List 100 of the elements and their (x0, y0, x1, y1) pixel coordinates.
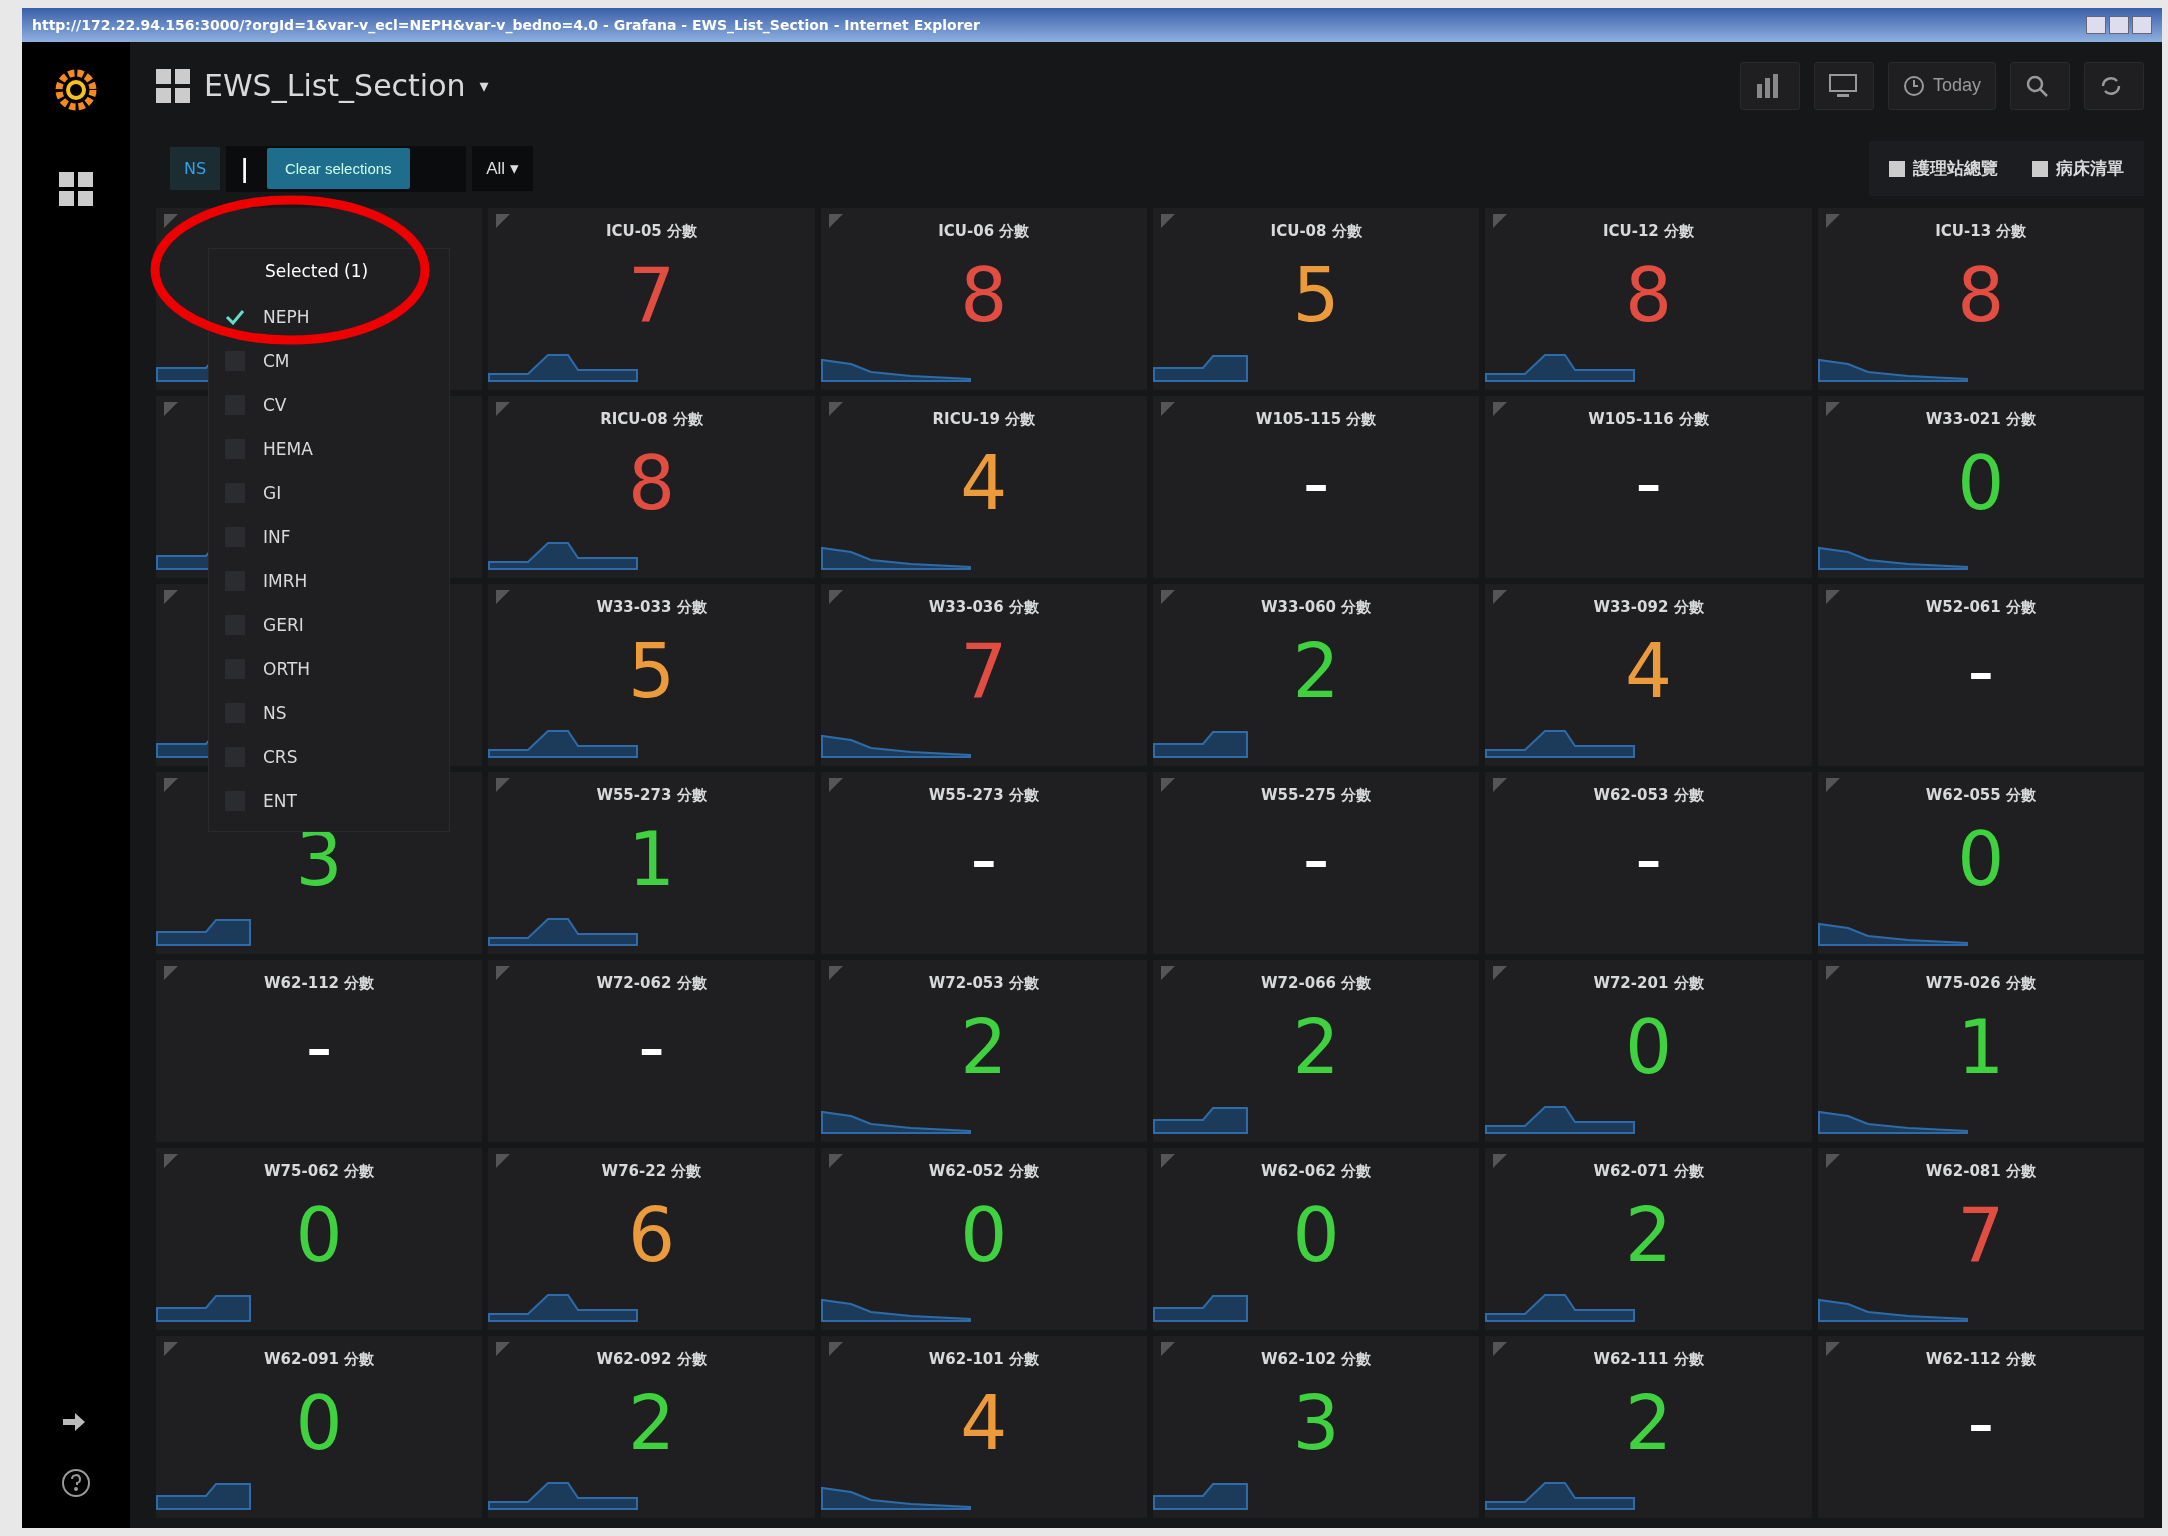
panel-corner-icon (1161, 402, 1175, 416)
panel-title: RICU-08 分數 (600, 410, 703, 430)
panel-title: ICU-13 分數 (1935, 222, 2027, 242)
selected-count[interactable]: Selected (1) (209, 257, 449, 295)
panel-title: W62-053 分數 (1593, 786, 1704, 806)
panel-title: W55-273 分數 (928, 786, 1039, 806)
panel-title: W62-092 分數 (596, 1350, 707, 1370)
panel-value: 0 (295, 1386, 343, 1460)
panel-value: - (1635, 822, 1662, 896)
panel-corner-icon (164, 1154, 178, 1168)
dropdown-option[interactable]: NEPH (209, 302, 449, 332)
panel-corner-icon (828, 778, 843, 792)
panel-title: W62-112 分數 (1925, 1350, 2036, 1370)
panel-title: W62-091 分數 (264, 1350, 375, 1370)
dropdown-option[interactable]: NS (209, 698, 449, 728)
panel-corner-icon (1161, 214, 1175, 228)
panel-value: 8 (1624, 258, 1673, 332)
dashboard-link[interactable]: 病床清單 (2020, 149, 2136, 189)
panel-value: 6 (627, 1198, 676, 1272)
refresh-button[interactable] (2084, 61, 2144, 110)
zoom-out-button[interactable] (2010, 61, 2070, 110)
panel-corner-icon (1825, 1342, 1840, 1356)
panel-corner-icon (164, 590, 178, 604)
gear-logo-icon[interactable] (54, 68, 98, 112)
panel-title: W62-102 分數 (1261, 1350, 1372, 1370)
panel-value: - (1302, 822, 1330, 896)
dropdown-option[interactable]: HEMA (209, 434, 449, 464)
dashboards-icon[interactable] (59, 172, 93, 206)
dashboard-caret[interactable]: ▾ (479, 75, 489, 97)
panel-value: 2 (627, 1386, 676, 1460)
dropdown-option[interactable]: CRS (209, 742, 449, 772)
panel-corner-icon (1825, 402, 1840, 416)
panel-value: 5 (1292, 258, 1340, 332)
panel-corner-icon (1161, 1154, 1175, 1168)
panel-title: W62-062 分數 (1261, 1162, 1372, 1182)
panel-title: RICU-19 分數 (932, 410, 1036, 430)
panel-title: W75-026 分數 (1925, 974, 2036, 994)
monitor-icon (1828, 73, 1857, 98)
panel-corner-icon (496, 590, 511, 604)
panel-title: W72-062 分數 (596, 974, 707, 994)
dropdown-option[interactable]: CV (209, 390, 449, 420)
panel-value: 8 (960, 258, 1008, 332)
panel-value: 3 (1292, 1386, 1340, 1460)
panel-corner-icon (828, 214, 843, 228)
dashboard-link[interactable]: 護理站總覽 (1877, 149, 2010, 189)
dropdown-option[interactable]: INF (209, 522, 449, 552)
panel-title: W72-201 分數 (1593, 974, 1704, 994)
panel-value: 1 (1957, 1010, 2005, 1084)
panel-value: - (970, 822, 998, 896)
dashboard-link-icon (2032, 160, 2048, 177)
panel-corner-icon (1825, 966, 1840, 980)
help-icon[interactable] (61, 1468, 91, 1498)
panel-title: W55-273 分數 (596, 786, 707, 806)
variable-dropdown[interactable]: All ▾ (472, 146, 533, 192)
panel-corner-icon (1493, 966, 1508, 980)
panel-corner-icon (828, 1342, 843, 1356)
panel-corner-icon (496, 1154, 511, 1168)
clear-selections-button[interactable]: Clear selections (266, 148, 410, 190)
panel-corner-icon (828, 1154, 843, 1168)
checkbox[interactable] (225, 307, 245, 327)
panel-corner-icon (496, 214, 511, 228)
dropdown-option[interactable]: CM (209, 346, 449, 376)
panel-title: W75-062 分數 (264, 1162, 375, 1182)
panel-corner-icon (164, 402, 178, 416)
clock-icon (1902, 74, 1925, 97)
panel-value: - (1302, 446, 1330, 520)
panel-title: W33-060 分數 (1261, 598, 1372, 618)
dropdown-option[interactable]: ORTH (209, 654, 449, 684)
dropdown-option[interactable]: GERI (209, 610, 449, 640)
panel-corner-icon (1493, 590, 1508, 604)
panel-corner-icon (1161, 778, 1175, 792)
time-picker[interactable]: Today (1887, 61, 1996, 110)
tv-mode-button[interactable] (1813, 61, 1874, 110)
window-title: http://172.22.94.156:3000/?orgId=1&var-v_ecl=NEPH&var-v_bedno=4.0 - Grafana - EWS_List_Section - Internet Explorer (32, 17, 980, 33)
panel-corner-icon (1161, 966, 1175, 980)
panel-value: 2 (1292, 634, 1340, 708)
variable-input[interactable]: | Clear selections (226, 145, 467, 192)
panel-value: 4 (960, 1386, 1008, 1460)
panel-corner-icon (828, 590, 843, 604)
dashboard-title[interactable]: EWS_List_Section (204, 68, 466, 104)
dropdown-option[interactable]: ENT (209, 786, 449, 816)
panel-title: W62-101 分數 (928, 1350, 1039, 1370)
bar-chart-icon (1754, 73, 1781, 98)
panel-value: 1 (627, 822, 676, 896)
panel-value: 0 (1957, 822, 2005, 896)
panel-title: ICU-08 分數 (1270, 222, 1362, 242)
panel-value: 7 (1957, 1198, 2005, 1272)
dropdown-option[interactable]: GI (209, 478, 449, 508)
panel-title: W105-116 分數 (1588, 410, 1709, 430)
panel-value: 5 (627, 634, 676, 708)
variable-label: NS (170, 147, 221, 191)
panel-value: 0 (295, 1198, 343, 1272)
text-cursor: | (240, 154, 249, 183)
panel-corner-icon (828, 402, 843, 416)
panel-corner-icon (496, 1342, 511, 1356)
panel-title: W62-052 分數 (928, 1162, 1039, 1182)
panel-title: ICU-06 分數 (938, 222, 1030, 242)
add-panel-button[interactable] (1739, 61, 1800, 110)
dropdown-option[interactable]: IMRH (209, 566, 449, 596)
panel-corner-icon (1493, 778, 1508, 792)
